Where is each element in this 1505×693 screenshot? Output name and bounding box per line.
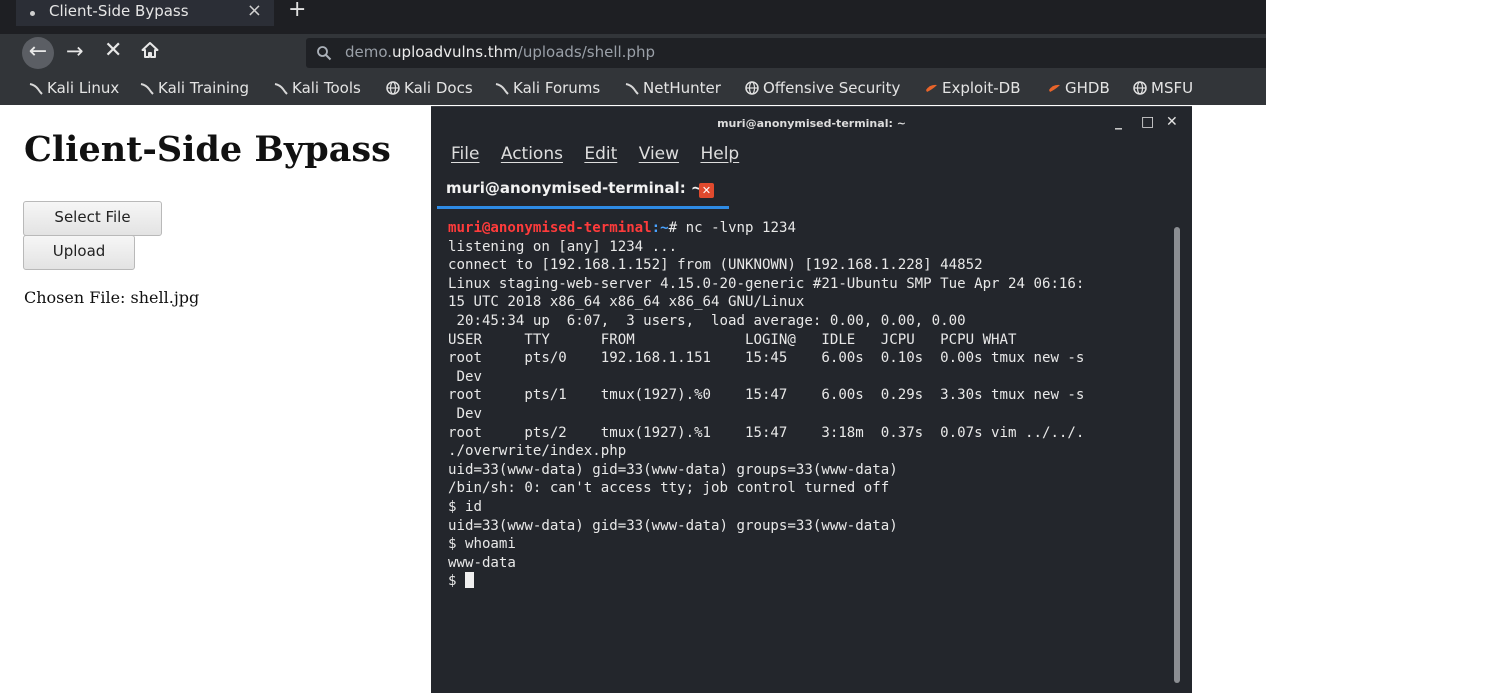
kali-dragon-icon xyxy=(495,83,509,95)
bookmarks-bar: Kali Linux Kali Training Kali Tools Kali… xyxy=(0,72,1266,105)
exploit-db-icon xyxy=(1049,84,1060,92)
minimize-button[interactable]: _ xyxy=(1115,114,1122,130)
menu-help[interactable]: Help xyxy=(700,144,739,164)
upload-button[interactable]: Upload xyxy=(23,235,135,270)
prompt-separator: : xyxy=(651,220,661,236)
output-line: USER TTY FROM LOGIN@ IDLE JCPU PCPU WHAT xyxy=(448,331,1017,348)
output-line: 20:45:34 up 6:07, 3 users, load average:… xyxy=(448,312,966,329)
tab-favicon-icon xyxy=(30,11,35,16)
terminal-menu-bar: File Actions Edit View Help xyxy=(451,144,755,168)
address-bar[interactable]: demo.uploadvulns.thm/uploads/shell.php xyxy=(306,38,1266,68)
output-line: Linux staging-web-server 4.15.0-20-gener… xyxy=(448,275,1085,292)
bookmark-kali-docs[interactable]: Kali Docs xyxy=(386,79,473,97)
search-icon xyxy=(317,46,332,61)
maximize-button[interactable]: □ xyxy=(1141,114,1154,130)
output-line: www-data xyxy=(448,554,516,571)
menu-actions[interactable]: Actions xyxy=(501,144,563,164)
kali-dragon-icon xyxy=(140,83,154,95)
output-line: Dev xyxy=(448,368,482,385)
kali-dragon-icon xyxy=(625,83,639,95)
tab-bar: Client-Side Bypass × + xyxy=(0,0,1266,34)
terminal-tab-label: muri@anonymised-terminal: ~ xyxy=(446,179,704,197)
menu-edit[interactable]: Edit xyxy=(584,144,617,164)
tab-close-icon[interactable]: ✕ xyxy=(699,183,714,198)
output-line: connect to [192.168.1.152] from (UNKNOWN… xyxy=(448,257,983,274)
chosen-file-text: Chosen File: shell.jpg xyxy=(24,288,200,307)
output-line: $ id xyxy=(448,498,482,515)
bookmark-kali-training[interactable]: Kali Training xyxy=(140,79,249,97)
navigation-bar: ← → ✕ demo.uploadvulns.thm/uploads/shell… xyxy=(0,34,1266,72)
bookmark-offensive-security[interactable]: Offensive Security xyxy=(745,79,900,97)
home-icon[interactable] xyxy=(141,41,159,59)
forward-button[interactable]: → xyxy=(66,39,84,63)
select-file-button[interactable]: Select File xyxy=(23,201,162,236)
bookmark-kali-forums[interactable]: Kali Forums xyxy=(495,79,600,97)
terminal-window[interactable]: muri@anonymised-terminal: ~ _ □ ✕ File A… xyxy=(431,106,1192,693)
tab-client-side-bypass[interactable]: Client-Side Bypass × xyxy=(16,0,274,26)
final-prompt: $ xyxy=(448,573,465,590)
bookmark-msfu[interactable]: MSFU xyxy=(1133,79,1193,97)
prompt-path: ~ xyxy=(660,220,669,236)
terminal-title: muri@anonymised-terminal: ~ xyxy=(717,117,906,130)
menu-file[interactable]: File xyxy=(451,144,479,164)
prompt-symbol: # xyxy=(668,220,686,236)
terminal-cursor xyxy=(464,572,474,589)
bookmark-kali-linux[interactable]: Kali Linux xyxy=(29,79,119,97)
bookmark-kali-tools[interactable]: Kali Tools xyxy=(274,79,361,97)
globe-icon xyxy=(745,81,759,95)
terminal-output[interactable]: muri@anonymised-terminal:~# nc -lvnp 123… xyxy=(448,219,1163,591)
close-window-button[interactable]: ✕ xyxy=(1166,114,1178,130)
tab-close-icon[interactable]: × xyxy=(247,0,262,21)
output-line: ./overwrite/index.php xyxy=(448,443,627,460)
prompt-user-host: muri@anonymised-terminal xyxy=(448,220,652,236)
terminal-scrollbar[interactable] xyxy=(1174,227,1180,683)
exploit-db-icon xyxy=(926,84,937,92)
menu-view[interactable]: View xyxy=(639,144,679,164)
output-line: 15 UTC 2018 x86_64 x86_64 x86_64 GNU/Lin… xyxy=(448,294,805,311)
kali-dragon-icon xyxy=(29,83,43,95)
output-line: uid=33(www-data) gid=33(www-data) groups… xyxy=(448,461,898,478)
bookmark-nethunter[interactable]: NetHunter xyxy=(625,79,721,97)
globe-icon xyxy=(386,81,400,95)
output-line: listening on [any] 1234 ... xyxy=(448,238,678,255)
output-line: uid=33(www-data) gid=33(www-data) groups… xyxy=(448,517,898,534)
output-line: Dev xyxy=(448,405,482,422)
output-line: $ whoami xyxy=(448,536,516,553)
stop-button[interactable]: ✕ xyxy=(104,38,122,63)
globe-icon xyxy=(1133,81,1147,95)
back-button[interactable]: ← xyxy=(22,37,54,69)
prompt-command: nc -lvnp 1234 xyxy=(685,220,796,236)
output-line: root pts/2 tmux(1927).%1 15:47 3:18m 0.3… xyxy=(448,424,1085,441)
tab-title: Client-Side Bypass xyxy=(49,2,189,20)
output-line: root pts/1 tmux(1927).%0 15:47 6.00s 0.2… xyxy=(448,387,1085,404)
bookmark-exploit-db[interactable]: Exploit-DB xyxy=(924,79,1021,97)
url-text: demo.uploadvulns.thm/uploads/shell.php xyxy=(345,43,655,61)
new-tab-button[interactable]: + xyxy=(288,0,306,22)
output-line: root pts/0 192.168.1.151 15:45 6.00s 0.1… xyxy=(448,350,1085,367)
kali-dragon-icon xyxy=(274,83,288,95)
output-line: /bin/sh: 0: can't access tty; job contro… xyxy=(448,480,890,497)
bookmark-ghdb[interactable]: GHDB xyxy=(1047,79,1110,97)
terminal-tab[interactable]: muri@anonymised-terminal: ~ ✕ xyxy=(437,174,729,209)
page-heading: Client-Side Bypass xyxy=(24,129,391,170)
